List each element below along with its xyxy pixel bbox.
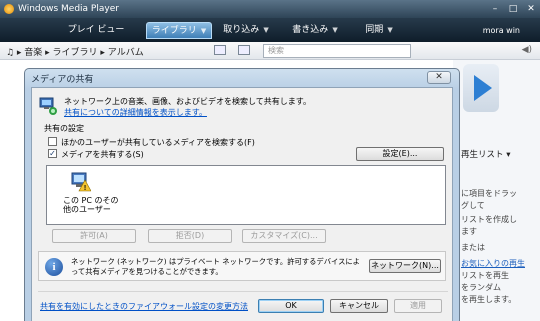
- other-users-pc-icon: !: [71, 172, 92, 192]
- hint-text: ます: [461, 227, 477, 236]
- tab-library[interactable]: ライブラリ ▼: [146, 22, 212, 39]
- main-tab-bar: プレイ ビュー ライブラリ ▼ 取り込み ▼ 書き込み ▼ 同期 ▼ mora win: [0, 18, 540, 42]
- hint-text: を再生します。: [461, 295, 517, 304]
- tab-burn[interactable]: 書き込み ▼: [280, 22, 350, 39]
- tab-label: 書き込み: [292, 25, 329, 35]
- device-label-line: 他のユーザー: [63, 205, 111, 214]
- warning-badge: !: [84, 185, 86, 192]
- cancel-button[interactable]: キャンセル: [330, 299, 388, 313]
- tab-label: 同期: [365, 25, 384, 35]
- minimize-icon[interactable]: –: [488, 3, 502, 15]
- device-label: この PC のその 他のユーザー: [63, 196, 119, 214]
- user-name[interactable]: mora win: [483, 26, 520, 35]
- close-window-icon[interactable]: ✕: [524, 3, 538, 15]
- favorites-link[interactable]: お気に入りの再生: [461, 258, 525, 269]
- chevron-down-icon[interactable]: ▼: [263, 26, 268, 34]
- hint-text: リストを再生: [461, 271, 509, 280]
- playlist-label[interactable]: 再生リスト ▾: [461, 148, 510, 160]
- tab-label: プレイ ビュー: [67, 25, 125, 35]
- chevron-down-icon[interactable]: ▼: [387, 26, 392, 34]
- address-bar: ♫ ▸ 音楽 ▸ ライブラリ ▸ アルバム 検索 ◀): [0, 42, 540, 60]
- allow-button[interactable]: 許可(A): [52, 229, 136, 243]
- view-options-icon[interactable]: [214, 45, 226, 55]
- network-button[interactable]: ネットワーク(N)...: [369, 259, 441, 273]
- tab-rip[interactable]: 取り込み ▼: [216, 22, 276, 39]
- divider: [38, 291, 448, 292]
- hint-text: または: [461, 243, 485, 252]
- title-bar: Windows Media Player – □ ✕: [0, 0, 540, 18]
- media-player-logo-icon: [4, 4, 14, 14]
- speaker-icon[interactable]: ◀): [522, 45, 532, 55]
- deny-button[interactable]: 拒否(D): [148, 229, 232, 243]
- network-sharing-icon: [39, 97, 57, 115]
- apply-button[interactable]: 適用: [394, 299, 442, 313]
- media-sharing-dialog: メディアの共有 ✕ ネットワーク上の音楽、画像、およびビデオを検索して共有します…: [24, 68, 460, 321]
- device-list[interactable]: ! この PC のその 他のユーザー: [46, 165, 446, 225]
- info-icon: i: [45, 258, 63, 276]
- hint-text: グして: [461, 201, 485, 210]
- ok-button[interactable]: OK: [258, 299, 324, 313]
- network-info-text: ネットワーク (ネットワーク) はプライベート ネットワークです。許可するデバイ…: [71, 257, 360, 276]
- close-icon[interactable]: ✕: [427, 71, 451, 84]
- network-info-box: i ネットワーク (ネットワーク) はプライベート ネットワークです。許可するデ…: [38, 251, 446, 281]
- list-pane: 再生リスト ▾ に項目をドラッ グして リストを作成し ます または お気に入り…: [453, 60, 540, 321]
- share-media-label[interactable]: メディアを共有する(S): [61, 149, 144, 160]
- dialog-title: メディアの共有: [31, 75, 94, 85]
- find-shared-media-label[interactable]: ほかのユーザーが共有しているメディアを検索する(F): [61, 137, 255, 148]
- dialog-header-text: ネットワーク上の音楽、画像、およびビデオを検索して共有します。: [64, 97, 311, 106]
- tab-play-view[interactable]: プレイ ビュー: [50, 22, 142, 39]
- tab-sync[interactable]: 同期 ▼: [356, 22, 402, 39]
- tab-label: ライブラリ: [151, 26, 197, 36]
- window-title: Windows Media Player: [18, 4, 119, 14]
- firewall-settings-link[interactable]: 共有を有効にしたときのファイアウォール設定の変更方法: [40, 301, 248, 312]
- device-label-line: この PC のその: [63, 196, 119, 205]
- sharing-info-link[interactable]: 共有についての詳細情報を表示します。: [64, 107, 207, 118]
- hint-text: をランダム: [461, 283, 501, 292]
- dialog-body: ネットワーク上の音楽、画像、およびビデオを検索して共有します。 共有についての詳…: [31, 87, 453, 321]
- hint-text: に項目をドラッ: [461, 189, 517, 198]
- section-label: 共有の設定: [44, 124, 84, 133]
- find-shared-media-checkbox[interactable]: [48, 137, 57, 146]
- list-item[interactable]: ! この PC のその 他のユーザー: [55, 170, 119, 214]
- chevron-down-icon[interactable]: ▼: [201, 27, 206, 35]
- customize-button[interactable]: カスタマイズ(C)...: [242, 229, 326, 243]
- breadcrumb[interactable]: ♫ ▸ 音楽 ▸ ライブラリ ▸ アルバム: [6, 45, 144, 58]
- share-media-checkbox[interactable]: ✓: [48, 149, 57, 158]
- layout-options-icon[interactable]: [238, 45, 250, 55]
- tab-label: 取り込み: [223, 25, 260, 35]
- maximize-icon[interactable]: □: [506, 3, 520, 15]
- chevron-down-icon[interactable]: ▼: [332, 26, 337, 34]
- hint-text: リストを作成し: [461, 215, 517, 224]
- search-input[interactable]: 検索: [263, 44, 411, 58]
- play-icon[interactable]: [463, 64, 499, 112]
- settings-button[interactable]: 設定(E)...: [356, 147, 444, 161]
